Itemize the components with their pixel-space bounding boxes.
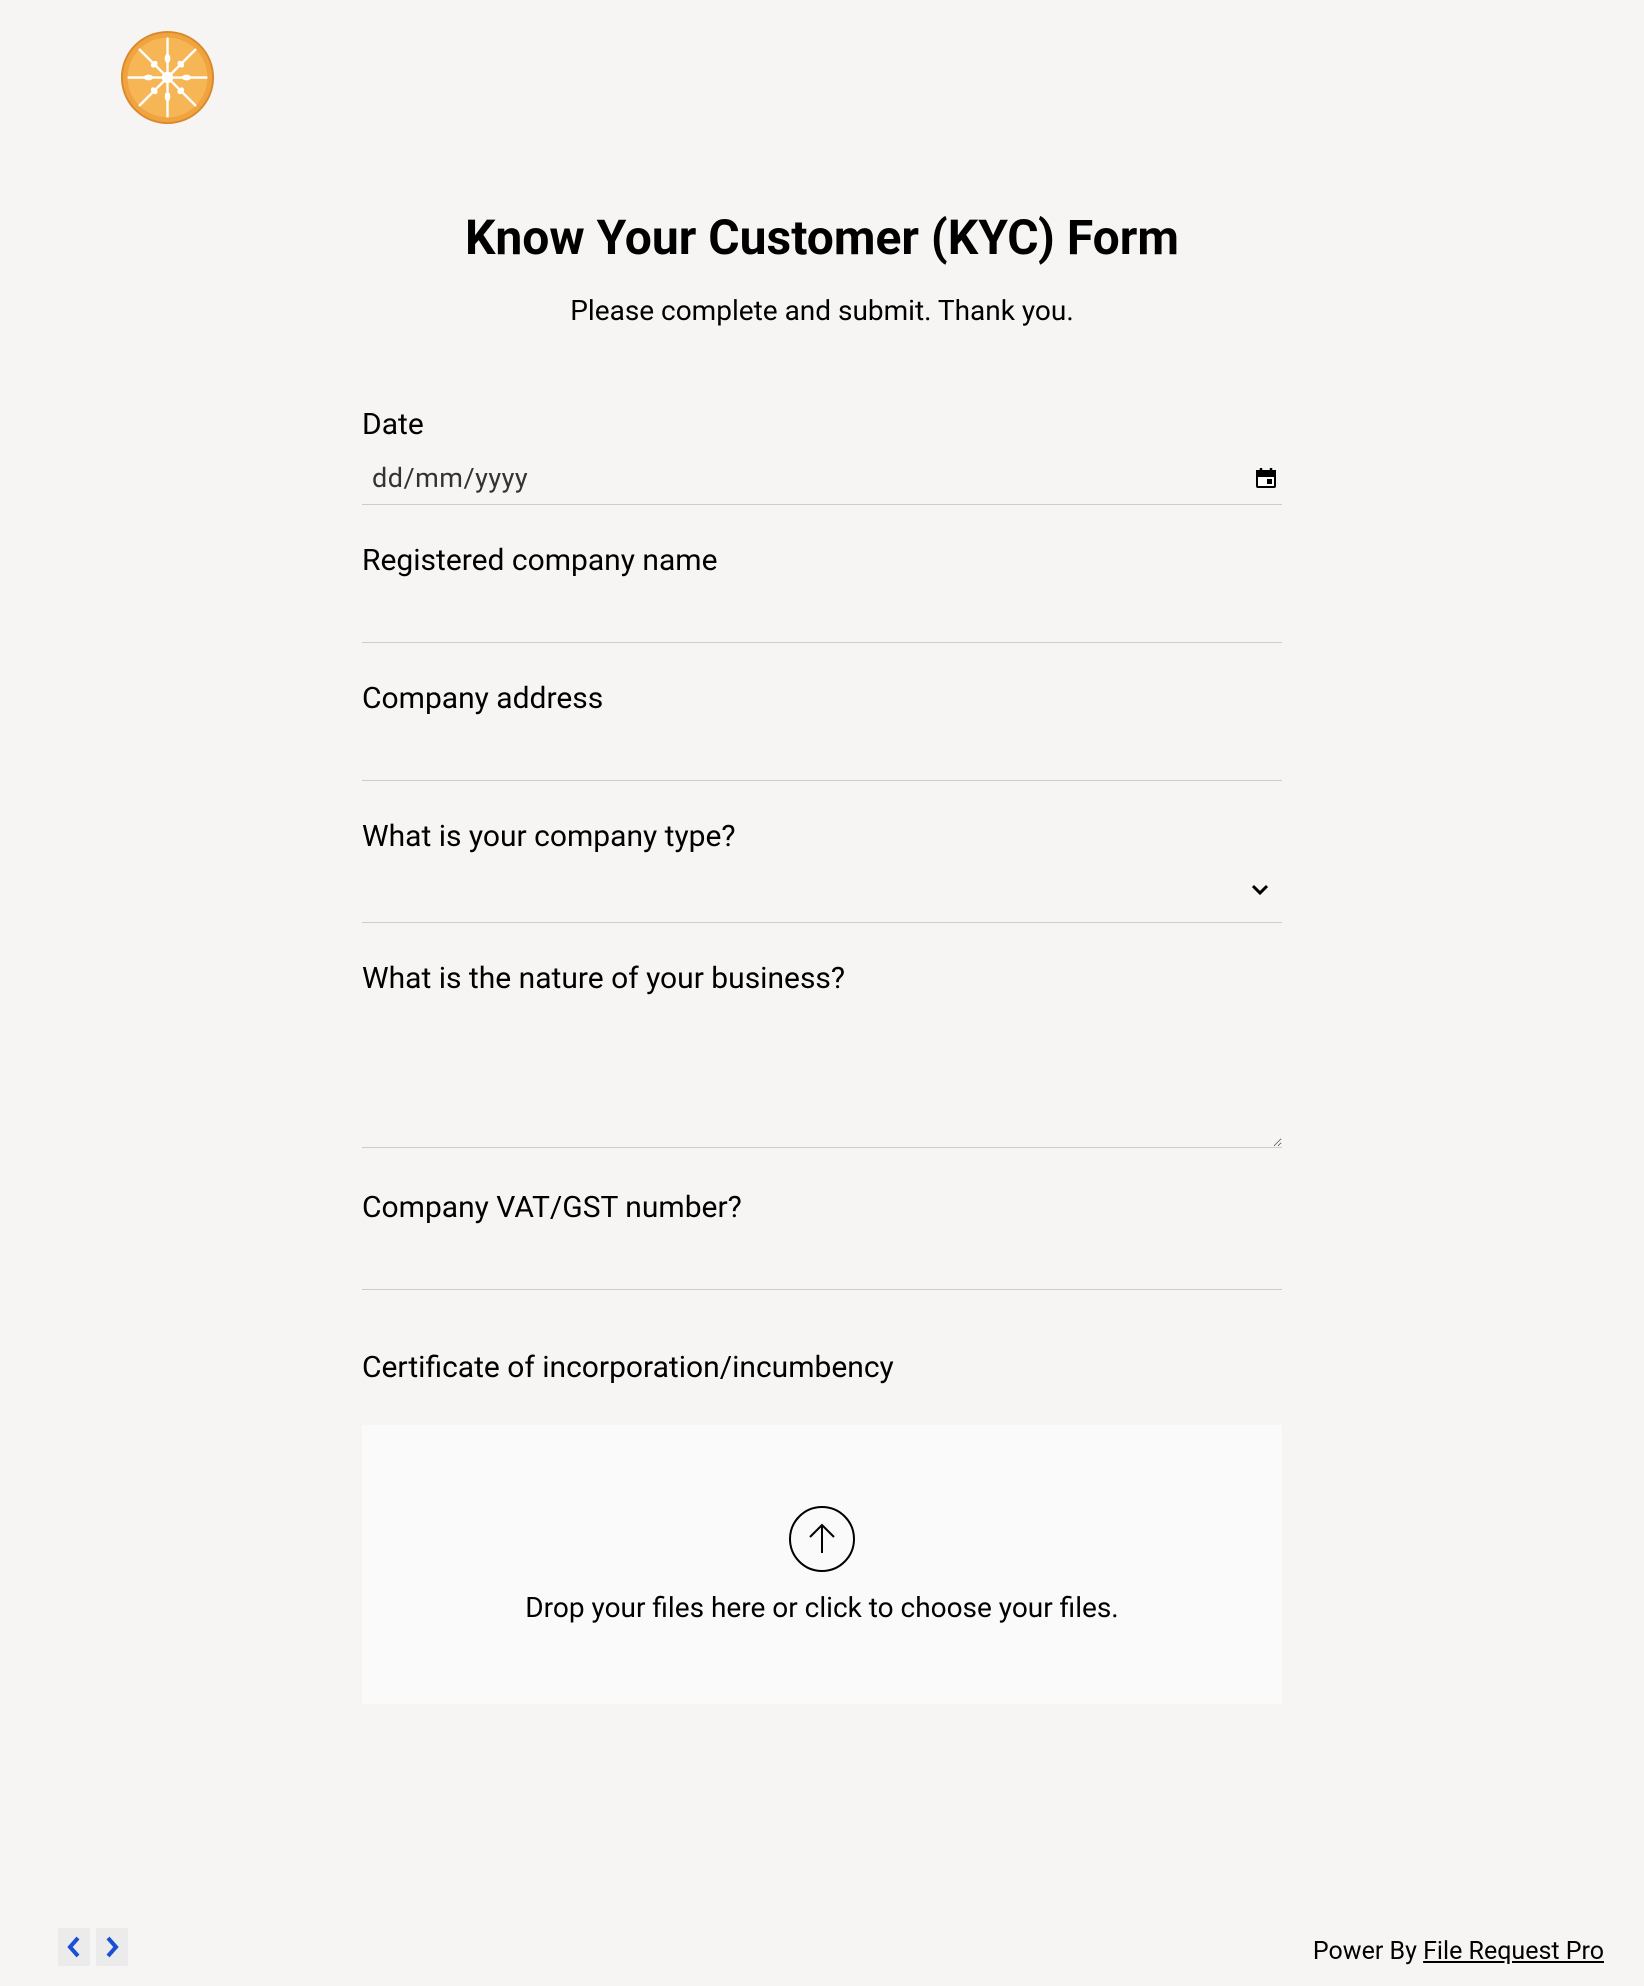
nav-prev-button[interactable]: [58, 1928, 90, 1966]
company-name-label: Registered company name: [362, 543, 1282, 578]
upload-arrow-icon: [788, 1505, 856, 1573]
footer-link[interactable]: File Request Pro: [1423, 1937, 1604, 1966]
logo-container: [0, 30, 1644, 129]
footer-prefix: Power By: [1313, 1937, 1423, 1966]
company-type-select[interactable]: [362, 866, 1282, 923]
page-subtitle: Please complete and submit. Thank you.: [362, 294, 1282, 327]
orange-logo-icon: [120, 30, 215, 125]
company-address-label: Company address: [362, 681, 1282, 716]
page-title: Know Your Customer (KYC) Form: [362, 209, 1282, 266]
date-label: Date: [362, 407, 1282, 442]
footer-attribution: Power By File Request Pro: [1313, 1937, 1604, 1966]
calendar-icon: [1254, 466, 1278, 490]
upload-text: Drop your files here or click to choose …: [402, 1591, 1242, 1624]
business-nature-textarea[interactable]: [362, 1008, 1282, 1148]
chevron-down-icon: [1250, 881, 1270, 897]
company-address-input[interactable]: [362, 728, 1282, 781]
kyc-form: Know Your Customer (KYC) Form Please com…: [342, 209, 1302, 1704]
company-type-label: What is your company type?: [362, 819, 1282, 854]
nav-arrows: [58, 1928, 128, 1966]
business-nature-label: What is the nature of your business?: [362, 961, 1282, 996]
company-type-value: [366, 874, 1250, 904]
vat-number-input[interactable]: [362, 1237, 1282, 1290]
company-name-input[interactable]: [362, 590, 1282, 643]
certificate-label: Certificate of incorporation/incumbency: [362, 1350, 1282, 1385]
chevron-left-icon: [64, 1934, 84, 1960]
nav-next-button[interactable]: [96, 1928, 128, 1966]
date-placeholder: dd/mm/yyyy: [372, 462, 1254, 494]
date-input[interactable]: dd/mm/yyyy: [362, 454, 1282, 505]
chevron-right-icon: [102, 1934, 122, 1960]
vat-number-label: Company VAT/GST number?: [362, 1190, 1282, 1225]
file-upload-zone[interactable]: Drop your files here or click to choose …: [362, 1425, 1282, 1704]
